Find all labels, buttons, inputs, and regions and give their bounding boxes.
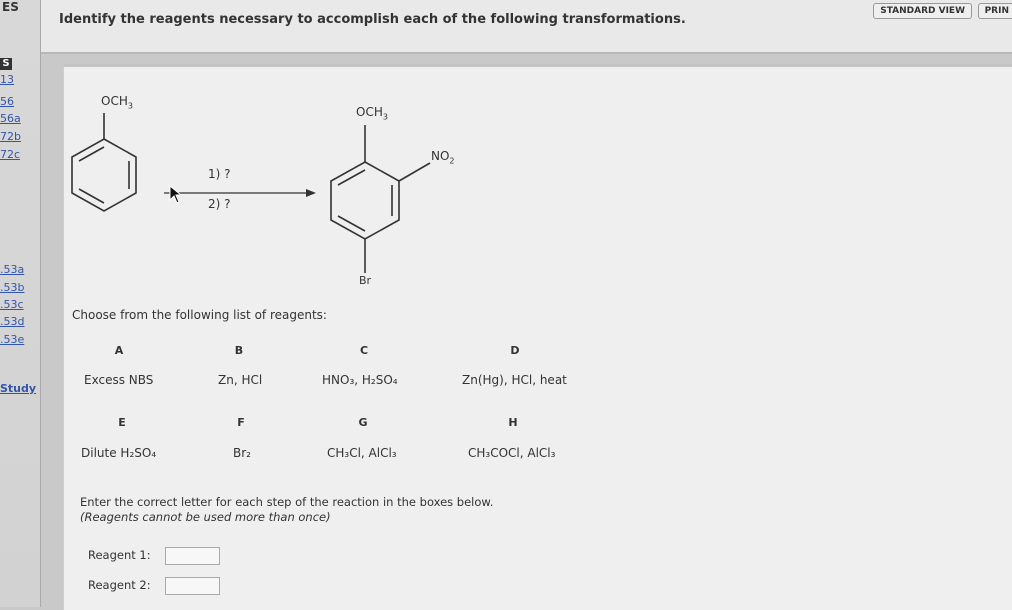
nav-link-53d[interactable]: .53d (0, 315, 24, 328)
nav-link-72c[interactable]: 72c (0, 148, 20, 161)
step2-label: 2) ? (208, 197, 231, 211)
nav-link-56[interactable]: 56 (0, 95, 14, 108)
choice-letter-h: H (508, 416, 518, 429)
choice-reagent-c: HNO₃, H₂SO₄ (322, 373, 398, 387)
choice-letter-f: F (237, 416, 245, 429)
choice-letter-d: D (510, 344, 520, 357)
choice-letter-c: C (359, 344, 369, 357)
product-br-label: Br (359, 274, 372, 287)
choice-letter-b: B (234, 344, 244, 357)
nav-link-53b[interactable]: .53b (0, 281, 24, 294)
choice-reagent-h: CH₃COCl, AlCl₃ (468, 446, 556, 460)
question-panel: OCH3 1) ? 2) ? OCH3 NO2 Br Choose from t… (63, 64, 1012, 610)
choice-reagent-e: Dilute H₂SO₄ (81, 446, 157, 460)
standard-view-button[interactable]: STANDARD VIEW (873, 3, 972, 19)
starting-benzene-ring (71, 113, 137, 212)
reagent2-label: Reagent 2: (88, 578, 151, 592)
print-button[interactable]: PRIN (977, 3, 1012, 19)
choice-reagent-b: Zn, HCl (218, 373, 263, 387)
product-benzene-ring (330, 125, 431, 273)
product-och3-label: OCH3 (356, 105, 388, 122)
reaction-arrow (164, 189, 316, 197)
nav-link-53c[interactable]: .53c (0, 298, 24, 311)
nav-link-72b[interactable]: 72b (0, 130, 21, 143)
nav-top-label: ES (2, 0, 19, 14)
left-nav: ES S 13 56 56a 72b 72c .53a .53b .53c .5… (0, 0, 41, 607)
instructions-line1: Enter the correct letter for each step o… (80, 495, 494, 509)
nav-link-53a[interactable]: .53a (0, 263, 24, 276)
reaction-scheme (71, 113, 431, 273)
nav-badge: S (0, 58, 12, 70)
step1-label: 1) ? (208, 167, 231, 181)
choice-reagent-f: Br₂ (233, 446, 251, 460)
choices-intro: Choose from the following list of reagen… (72, 308, 327, 322)
choice-reagent-a: Excess NBS (84, 373, 154, 387)
reagent1-input[interactable] (165, 547, 220, 565)
reagent1-label: Reagent 1: (88, 548, 151, 562)
product-no2-label: NO2 (431, 149, 455, 166)
choice-letter-g: G (358, 416, 368, 429)
instructions-note: (Reagents cannot be used more than once) (80, 510, 331, 524)
start-och3-label: OCH3 (101, 94, 133, 111)
mouse-cursor-icon (169, 184, 183, 204)
choice-letter-a: A (114, 344, 124, 357)
nav-link-13[interactable]: 13 (0, 73, 14, 86)
question-header: Identify the reagents necessary to accom… (41, 0, 1012, 54)
question-title: Identify the reagents necessary to accom… (59, 12, 686, 27)
instructions: Enter the correct letter for each step o… (80, 495, 493, 525)
nav-link-53e[interactable]: .53e (0, 333, 24, 346)
nav-study-link[interactable]: Study (0, 382, 36, 395)
choice-reagent-g: CH₃Cl, AlCl₃ (327, 446, 397, 460)
choice-reagent-d: Zn(Hg), HCl, heat (462, 373, 567, 387)
choice-letter-e: E (118, 416, 126, 429)
reagent2-input[interactable] (165, 577, 220, 595)
nav-link-56a[interactable]: 56a (0, 112, 21, 125)
